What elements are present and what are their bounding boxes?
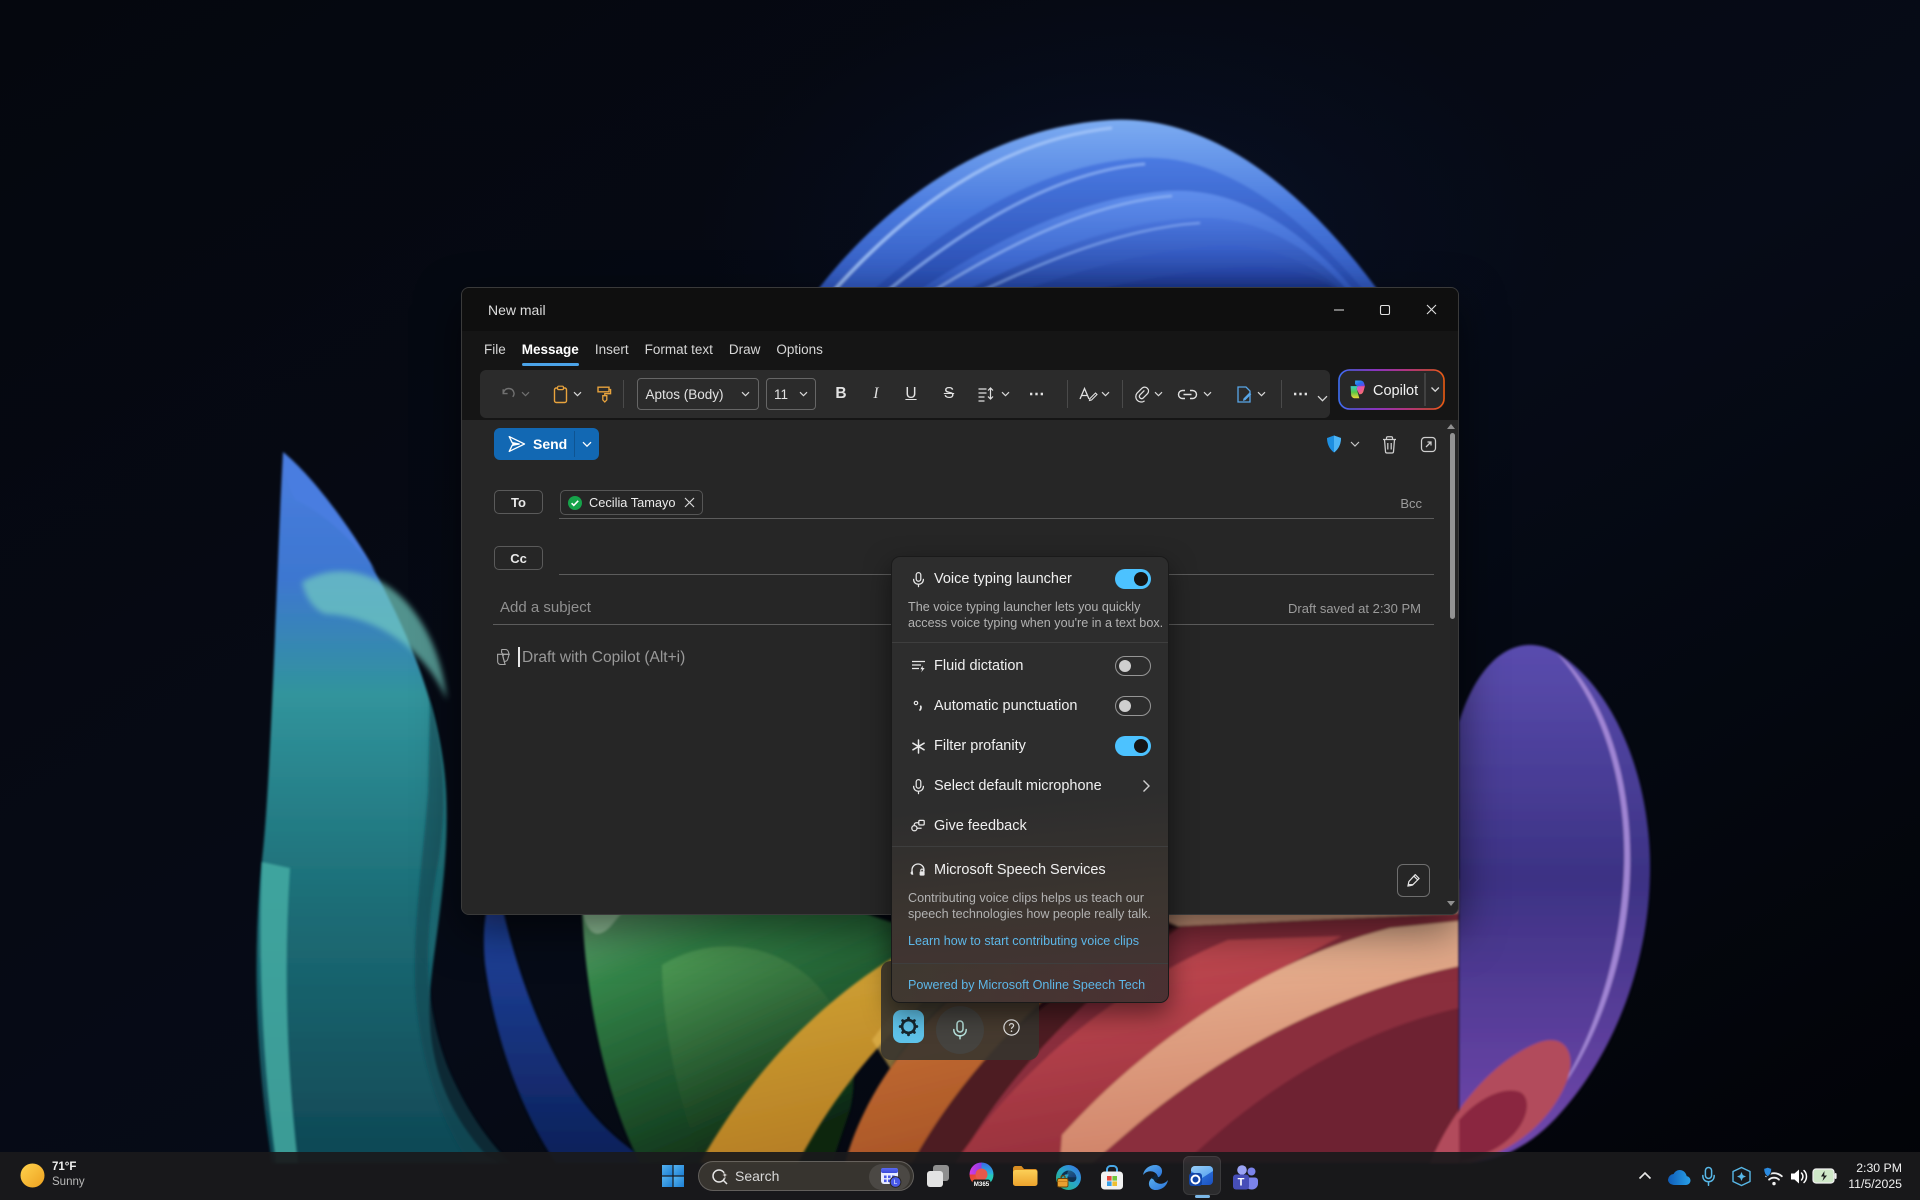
svg-text:T: T [1238,1177,1245,1189]
svg-text:Copilot: Copilot [1373,383,1418,399]
svg-text:M365: M365 [974,1181,990,1188]
